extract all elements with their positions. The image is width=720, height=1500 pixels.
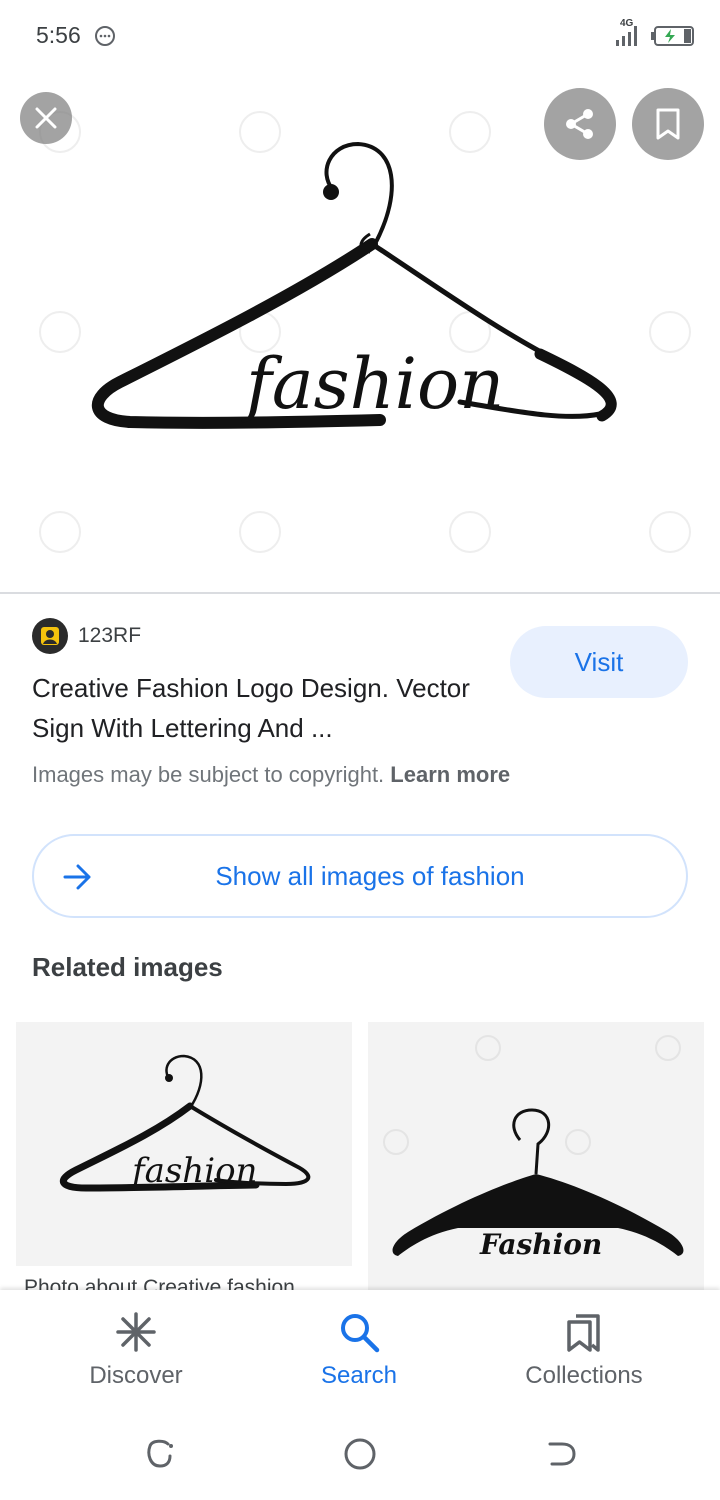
bookmark-icon (656, 108, 680, 140)
related-logo-lettering-1: fashion (129, 1151, 257, 1191)
share-button[interactable] (544, 88, 616, 160)
status-bar: 5:56 4G (0, 0, 720, 72)
nav-search-label: Search (320, 1362, 398, 1389)
home-icon[interactable] (342, 1436, 378, 1472)
copyright-text: Images may be subject to copyright. (32, 762, 385, 787)
system-nav-bar (0, 1410, 720, 1500)
nav-search[interactable]: Search (299, 1290, 419, 1410)
123rf-favicon (32, 618, 68, 654)
related-images-heading: Related images (32, 952, 223, 982)
nav-discover[interactable]: Discover (76, 1290, 196, 1410)
learn-more-link[interactable]: Learn more (390, 762, 510, 787)
show-all-images-button[interactable]: Show all images of fashion (32, 834, 688, 918)
main-image[interactable]: fashion (0, 72, 720, 592)
collections-icon (567, 1314, 600, 1352)
related-image-1[interactable]: fashion (16, 1022, 352, 1266)
bottom-nav: Discover Search Collections (0, 1290, 720, 1410)
image-title[interactable]: Creative Fashion Logo Design. Vector Sig… (32, 668, 492, 748)
signal-icon (616, 26, 637, 46)
related-image-2[interactable]: Fashion (368, 1022, 704, 1292)
fashion-logo-image: fashion (39, 111, 691, 553)
arrow-right-icon (63, 864, 91, 890)
share-icon (566, 109, 593, 139)
related-fashion-logo: fashion (60, 1054, 311, 1192)
close-icon (35, 107, 57, 129)
copyright-notice: Images may be subject to copyright. Lear… (32, 762, 510, 788)
visit-button[interactable]: Visit (510, 626, 688, 698)
logo-lettering: fashion (241, 343, 504, 425)
search-icon (341, 1314, 380, 1353)
recent-apps-icon[interactable] (142, 1436, 178, 1472)
divider (0, 592, 720, 594)
back-icon[interactable] (542, 1436, 578, 1472)
nav-collections[interactable]: Collections (504, 1290, 664, 1410)
bookmark-button[interactable] (632, 88, 704, 160)
battery-charging-icon (651, 26, 694, 46)
close-button[interactable] (20, 92, 72, 144)
status-time: 5:56 (36, 22, 81, 48)
message-icon (95, 26, 115, 46)
source-name: 123RF (78, 624, 142, 647)
related-hanger-logo: Fashion (383, 1035, 684, 1261)
asterisk-icon (116, 1312, 156, 1352)
show-all-label: Show all images of fashion (215, 860, 525, 891)
nav-collections-label: Collections (525, 1362, 643, 1389)
related-logo-lettering-2: Fashion (479, 1228, 602, 1261)
nav-discover-label: Discover (89, 1362, 183, 1389)
source-row[interactable]: 123RF (32, 618, 141, 654)
